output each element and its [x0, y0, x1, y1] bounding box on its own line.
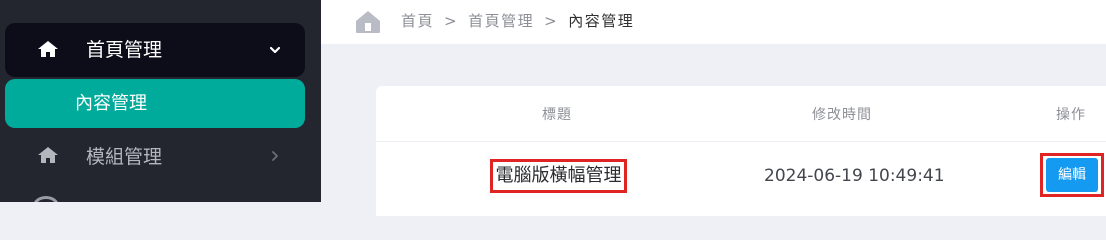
breadcrumb-item-homepage-management[interactable]: 首頁管理 [468, 12, 534, 30]
breadcrumb-item-current: 內容管理 [568, 12, 635, 30]
column-header-title: 標題 [542, 107, 572, 123]
sidebar-item-label: 模組管理 [86, 146, 163, 168]
home-icon [38, 41, 58, 61]
row-modified-time: 2024-06-19 10:49:41 [764, 166, 945, 186]
sidebar-group-homepage[interactable]: 首頁管理 [5, 23, 305, 77]
column-header-actions: 操作 [1056, 107, 1086, 123]
breadcrumb-separator: > [544, 12, 559, 30]
breadcrumb-item-home[interactable]: 首頁 [401, 12, 434, 30]
sidebar-item-content[interactable]: 內容管理 [5, 79, 305, 128]
header-divider [376, 141, 1106, 142]
row-title: 電腦版橫幅管理 [490, 159, 627, 193]
chevron-down-icon [268, 42, 282, 61]
app: 首頁管理 內容管理 模組管理 首頁 > 首頁管理 > 內容管理 標題 修改時間 … [0, 0, 1106, 216]
edit-button-highlight: 編輯 [1040, 153, 1104, 197]
content-table: 標題 修改時間 操作 電腦版橫幅管理 2024-06-19 10:49:41 編… [376, 86, 1106, 216]
breadcrumb-separator: > [444, 12, 459, 30]
breadcrumb-bar: 首頁 > 首頁管理 > 內容管理 [321, 0, 1106, 44]
home-icon[interactable] [355, 10, 381, 38]
sidebar-item-icon-partial [33, 196, 59, 202]
home-icon [38, 147, 58, 167]
column-header-modified: 修改時間 [812, 107, 872, 123]
sidebar: 首頁管理 內容管理 模組管理 [0, 0, 321, 202]
sidebar-group-label: 首頁管理 [86, 39, 163, 61]
sidebar-item-modules[interactable]: 模組管理 [5, 134, 305, 180]
edit-button[interactable]: 編輯 [1046, 158, 1098, 192]
chevron-right-icon [268, 148, 282, 167]
breadcrumb: 首頁 > 首頁管理 > 內容管理 [401, 10, 634, 32]
sidebar-item-label: 內容管理 [75, 93, 147, 114]
